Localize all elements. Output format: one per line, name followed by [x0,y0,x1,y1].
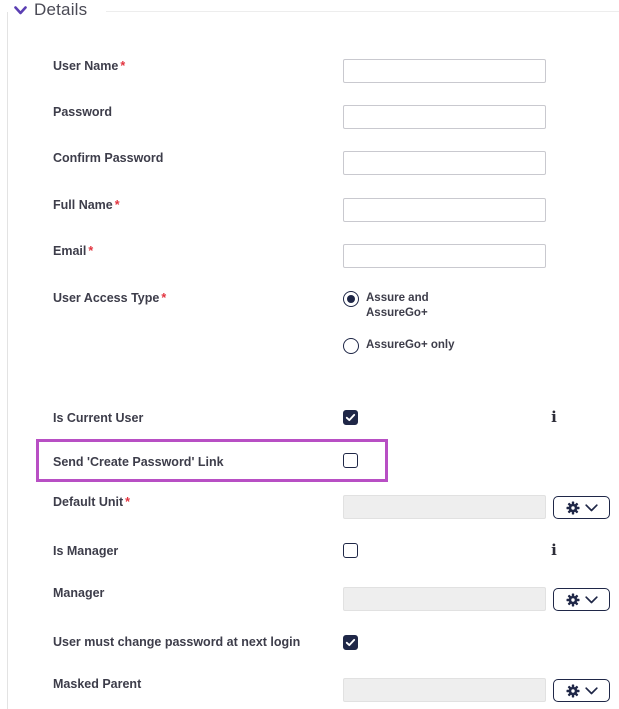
masked-parent-label: Masked Parent [53,677,141,691]
default-unit-label-text: Default Unit [53,495,124,509]
is-manager-label-text: Is Manager [53,544,119,558]
is-current-user-checkbox[interactable] [343,410,358,425]
info-icon[interactable]: i [549,542,559,558]
default-unit-input [343,495,546,519]
send-create-password-link-label-text: Send 'Create Password' Link [53,455,224,469]
info-icon[interactable]: i [549,409,559,425]
manager-lookup-button[interactable] [553,588,610,611]
email-label: Email * [53,244,93,258]
password-label-text: Password [53,105,113,119]
default-unit-label: Default Unit * [53,495,130,509]
gear-icon [566,684,579,697]
confirm-password-label: Confirm Password [53,151,163,165]
send-create-password-link-checkbox[interactable] [343,453,358,468]
full-name-label-text: Full Name [53,198,113,212]
check-icon [345,638,356,647]
check-icon [345,413,356,422]
manager-label: Manager [53,586,104,600]
chevron-down-icon [584,595,598,603]
send-create-password-link-label: Send 'Create Password' Link [53,455,224,469]
details-panel: Details User Name * Password Confirm Pass… [0,0,619,709]
masked-parent-label-text: Masked Parent [53,677,142,691]
details-section-toggle[interactable]: Details [14,0,87,20]
must-change-password-checkbox[interactable] [343,635,358,650]
manager-label-text: Manager [53,586,105,600]
full-name-label: Full Name * [53,198,120,212]
required-marker: * [88,244,94,258]
is-manager-label: Is Manager [53,544,118,558]
email-input[interactable] [343,244,546,268]
must-change-password-label: User must change password at next login [53,635,300,649]
required-marker: * [125,495,131,509]
is-current-user-label: Is Current User [53,411,143,425]
gear-icon [566,501,579,514]
user-name-label: User Name * [53,59,125,73]
radio-label: AssureGo+ only [366,339,455,351]
radio-assure-and-assurego[interactable]: Assure and AssureGo+ [343,291,476,321]
required-marker: * [161,291,167,305]
email-label-text: Email [53,244,87,258]
radio-dot [347,295,355,303]
password-input[interactable] [343,105,546,129]
confirm-password-label-text: Confirm Password [53,151,164,165]
manager-input [343,587,546,611]
radio-label: Assure and AssureGo+ [366,292,429,319]
user-name-input[interactable] [343,59,546,83]
masked-parent-lookup-button[interactable] [553,679,610,702]
confirm-password-input[interactable] [343,151,546,175]
fieldset-border-left [7,12,8,709]
section-title: Details [34,0,88,19]
password-label: Password [53,105,112,119]
required-marker: * [120,59,126,73]
is-manager-checkbox[interactable] [343,543,358,558]
chevron-down-icon [584,686,598,694]
fieldset-border-top [106,11,619,12]
radio-button[interactable] [343,338,359,354]
chevron-down-icon [584,503,598,511]
user-access-type-label: User Access Type * [53,291,166,305]
radio-assurego-only[interactable]: AssureGo+ only [343,338,476,354]
gear-icon [566,593,579,606]
is-current-user-label-text: Is Current User [53,411,144,425]
full-name-input[interactable] [343,198,546,222]
chevron-down-icon [14,5,27,15]
default-unit-lookup-button[interactable] [553,496,610,519]
required-marker: * [114,198,120,212]
user-name-label-text: User Name [53,59,119,73]
masked-parent-input [343,678,546,702]
radio-button-selected[interactable] [343,291,359,307]
must-change-password-label-text: User must change password at next login [53,635,301,649]
user-access-type-label-text: User Access Type [53,291,160,305]
